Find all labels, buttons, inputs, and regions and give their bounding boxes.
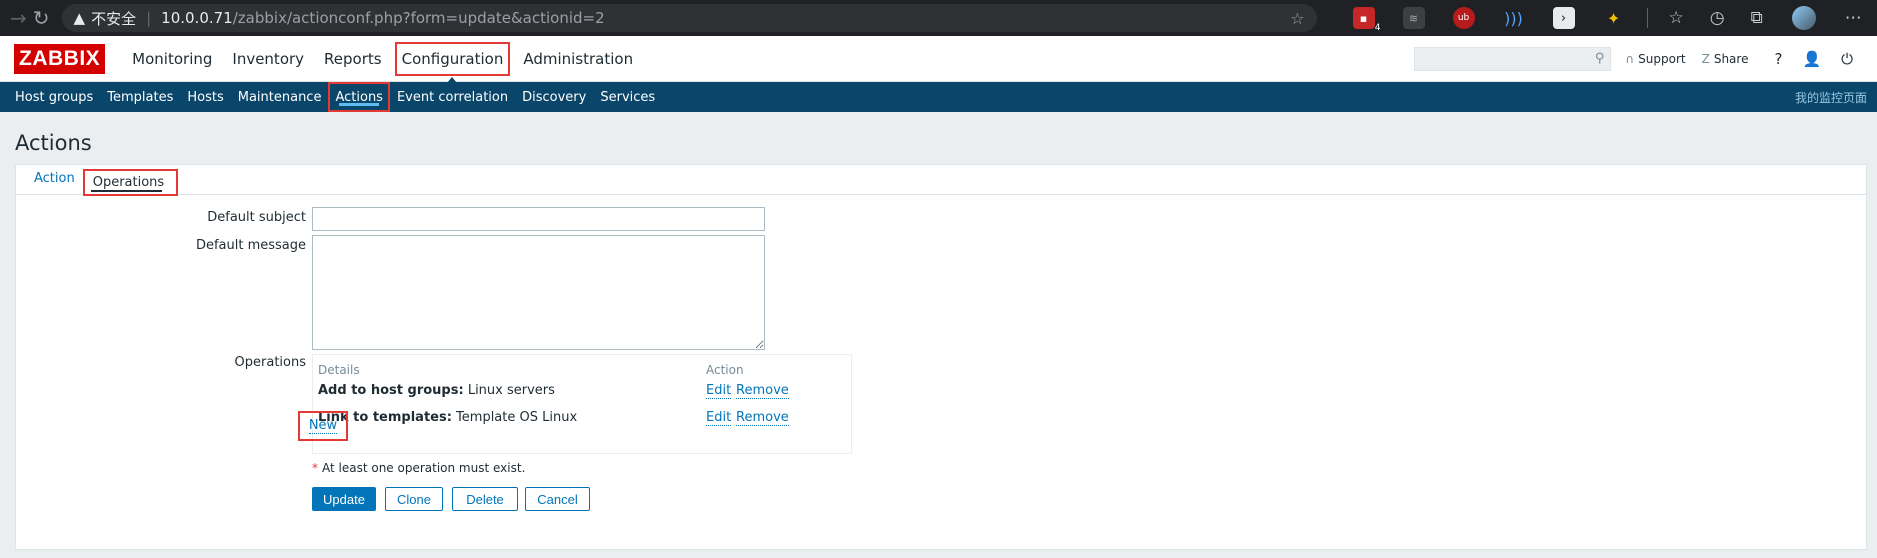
help-icon[interactable]: ? [1774, 50, 1782, 68]
tab-bar: Action Operations [16, 165, 1866, 196]
address-bar[interactable]: ▲ 不安全 | 10.0.0.71 /zabbix/actionconf.php… [61, 4, 1317, 32]
ops-row-type: Add to host groups: [318, 383, 464, 398]
update-button[interactable]: Update [312, 487, 376, 511]
share-label: Share [1713, 51, 1749, 66]
subnav-actions[interactable]: Actions [328, 82, 390, 112]
new-operation-highlight: New [298, 411, 348, 441]
required-note: * At least one operation must exist. [312, 461, 525, 475]
subnav-right-text[interactable]: 我的监控页面 [1795, 89, 1869, 106]
default-subject-label: Default subject [207, 210, 306, 225]
table-row: Link to templates: Template OS Linux [318, 410, 577, 425]
subnav-templates[interactable]: Templates [100, 82, 180, 112]
cancel-button[interactable]: Cancel [525, 487, 590, 511]
subnav-discovery[interactable]: Discovery [515, 82, 593, 112]
subnav-hosts[interactable]: Hosts [180, 82, 230, 112]
menu-inventory[interactable]: Inventory [225, 42, 311, 76]
new-operation-link[interactable]: New [308, 418, 338, 434]
logout-icon[interactable]: ⏻ [1841, 50, 1853, 68]
read-aloud-icon[interactable]: ))) [1503, 7, 1525, 29]
search-icon[interactable]: ⚲ [1595, 51, 1605, 66]
support-label: Support [1638, 51, 1686, 66]
browser-toolbar: → ↻ ▲ 不安全 | 10.0.0.71 /zabbix/actionconf… [0, 0, 1877, 36]
menu-configuration[interactable]: Configuration [394, 41, 511, 83]
share-link[interactable]: Z Share [1702, 52, 1749, 66]
extension-grey-icon[interactable]: ≋ [1402, 7, 1425, 29]
headset-icon: ∩ [1625, 51, 1635, 66]
subnav-host-groups[interactable]: Host groups [8, 82, 100, 112]
favorites-icon[interactable]: ☆ [1669, 8, 1684, 28]
warning-icon: ▲ [73, 9, 86, 27]
default-message-label: Default message [195, 238, 306, 253]
ops-row-detail: Template OS Linux [451, 410, 578, 425]
tab-action[interactable]: Action [26, 171, 83, 194]
extension-yellow-icon[interactable]: ✦ [1603, 7, 1625, 29]
subnav-maintenance[interactable]: Maintenance [231, 82, 329, 112]
ops-header-details: Details [318, 363, 360, 377]
add-favorite-icon[interactable]: ☆ [1290, 9, 1304, 28]
default-subject-input[interactable] [312, 207, 765, 231]
subnav-event-correlation[interactable]: Event correlation [390, 82, 515, 112]
url-separator: | [146, 9, 152, 27]
operations-table: Details Action Add to host groups: Linux… [312, 354, 852, 454]
clone-button[interactable]: Clone [385, 487, 443, 511]
page-title: Actions [15, 131, 92, 155]
extension-red-icon[interactable]: ▪ 4 [1352, 7, 1381, 33]
user-profile-icon[interactable]: 👤 [1802, 50, 1821, 68]
remove-operation-link[interactable]: Remove [736, 383, 789, 399]
remove-operation-link[interactable]: Remove [736, 410, 789, 426]
edit-operation-link[interactable]: Edit [706, 383, 732, 399]
menu-reports[interactable]: Reports [317, 42, 389, 76]
extension-badge: 4 [1374, 23, 1381, 33]
ops-header-action: Action [706, 363, 744, 377]
delete-button[interactable]: Delete [452, 487, 518, 511]
edit-operation-link[interactable]: Edit [706, 410, 732, 426]
subnav-services[interactable]: Services [593, 82, 662, 112]
support-link[interactable]: ∩ Support [1625, 52, 1685, 66]
operations-label: Operations [234, 355, 306, 370]
table-row: Add to host groups: Linux servers [318, 383, 555, 398]
toolbar-divider [1646, 8, 1648, 28]
menu-administration[interactable]: Administration [516, 42, 640, 76]
required-asterisk: * [312, 461, 318, 475]
required-note-text: At least one operation must exist. [322, 461, 526, 475]
extension-arrow-icon[interactable]: › [1552, 7, 1575, 29]
profile-avatar[interactable] [1791, 6, 1816, 30]
url-host: 10.0.0.71 [161, 9, 233, 27]
form-panel: Action Operations Default subject Defaul… [15, 164, 1867, 550]
tab-operations[interactable]: Operations [82, 169, 179, 196]
forward-icon[interactable]: → [10, 2, 27, 34]
sub-navigation: Host groups Templates Hosts Maintenance … [0, 82, 1877, 112]
history-icon[interactable]: ◷ [1710, 8, 1725, 28]
ops-row-detail: Linux servers [463, 383, 555, 398]
reload-icon[interactable]: ↻ [33, 2, 50, 34]
collections-icon[interactable]: ⧉ [1751, 8, 1763, 28]
top-header: ZABBIX Monitoring Inventory Reports Conf… [0, 36, 1877, 83]
url-path: /zabbix/actionconf.php?form=update&actio… [232, 9, 605, 27]
ublock-label: ub [1457, 13, 1470, 23]
more-icon[interactable]: ⋯ [1845, 8, 1862, 28]
zabbix-logo[interactable]: ZABBIX [14, 43, 106, 74]
ublock-icon[interactable]: ub [1452, 7, 1475, 29]
insecure-label: 不安全 [91, 9, 137, 28]
main-menu: Monitoring Inventory Reports Configurati… [125, 41, 646, 83]
default-message-textarea[interactable] [312, 235, 765, 350]
share-z-icon: Z [1701, 51, 1710, 66]
menu-monitoring[interactable]: Monitoring [125, 42, 219, 76]
search-input[interactable]: ⚲ [1414, 46, 1612, 71]
